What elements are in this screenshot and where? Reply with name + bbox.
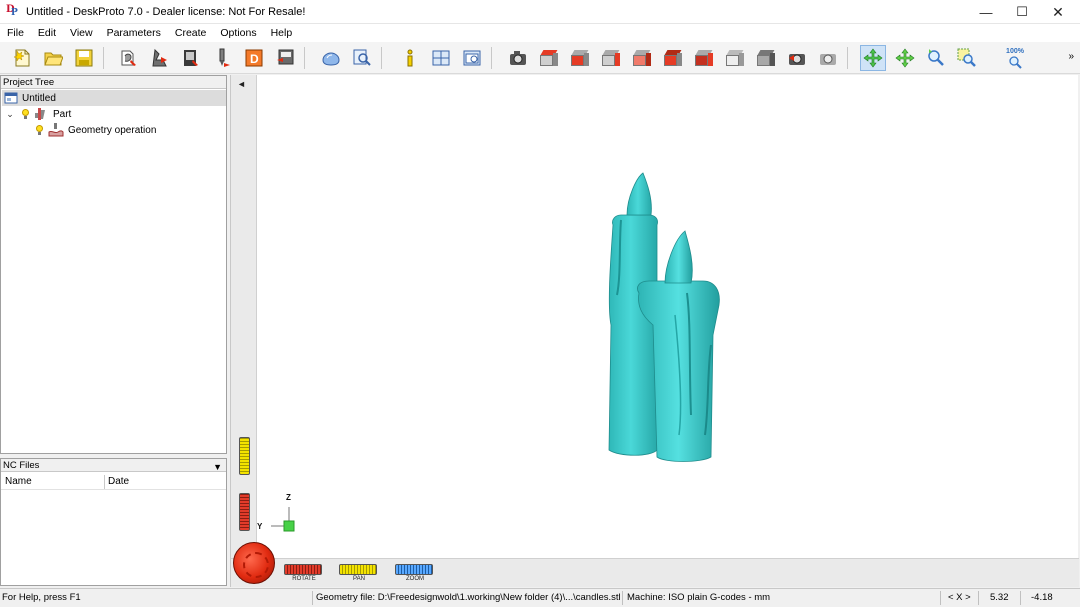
- nc-files-header: NC Files ▼: [1, 459, 226, 472]
- rotate-icon[interactable]: [860, 45, 886, 71]
- layout-icon[interactable]: [428, 45, 454, 71]
- tree-item-label: Untitled: [22, 92, 56, 104]
- view-left-icon[interactable]: [629, 45, 655, 71]
- tree-item-label: Part: [53, 108, 72, 120]
- menu-bar: File Edit View Parameters Create Options…: [0, 24, 1080, 42]
- machine-params-icon[interactable]: [178, 45, 204, 71]
- toolbar-overflow-button[interactable]: »: [1068, 51, 1074, 62]
- zoom-100-label: 100%: [1006, 47, 1024, 55]
- tree-item-part[interactable]: ⌄ Part: [5, 106, 71, 122]
- pan-vertical-dial[interactable]: [239, 437, 250, 475]
- status-x-coordinate: 5.32: [990, 592, 1009, 603]
- menu-create[interactable]: Create: [168, 27, 214, 39]
- drawing-icon[interactable]: D: [241, 45, 267, 71]
- rotate-horizontal-dial[interactable]: [284, 564, 322, 575]
- zoom-horizontal-dial[interactable]: [395, 564, 433, 575]
- minimize-button[interactable]: —: [968, 0, 1004, 24]
- nc-files-title: NC Files: [3, 460, 40, 471]
- project-tree-panel: Project Tree Untitled ⌄ Part Geometry op…: [0, 75, 227, 454]
- dropdown-arrow-icon[interactable]: ▼: [213, 461, 222, 474]
- column-header-name[interactable]: Name: [5, 476, 32, 487]
- open-file-icon[interactable]: [40, 45, 66, 71]
- view-iso-icon[interactable]: [722, 45, 748, 71]
- cutter-icon[interactable]: [210, 45, 236, 71]
- status-help-text: For Help, press F1: [2, 592, 81, 603]
- preview-icon[interactable]: [349, 45, 375, 71]
- save-icon[interactable]: [71, 45, 97, 71]
- project-tree-header: Project Tree: [1, 76, 226, 89]
- redraw-icon[interactable]: [784, 45, 810, 71]
- pan-horizontal-dial[interactable]: [339, 564, 377, 575]
- axis-y-label: Y: [257, 522, 263, 531]
- part-params-icon[interactable]: [116, 45, 142, 71]
- chevron-down-icon[interactable]: ⌄: [5, 109, 15, 120]
- candles-model[interactable]: [591, 165, 751, 465]
- zoom-icon[interactable]: [923, 45, 949, 71]
- close-button[interactable]: ✕: [1040, 0, 1076, 24]
- export-nc-icon[interactable]: [272, 45, 298, 71]
- tree-item-geometry-operation[interactable]: Geometry operation: [35, 122, 156, 138]
- tree-item-untitled[interactable]: Untitled: [2, 90, 226, 106]
- status-axis-toggle[interactable]: < X >: [948, 592, 971, 603]
- menu-view[interactable]: View: [63, 27, 100, 39]
- view-top-icon[interactable]: [536, 45, 562, 71]
- svg-text:D: D: [250, 52, 259, 66]
- status-geometry-file: Geometry file: D:\Freedesignwold\1.worki…: [316, 592, 621, 603]
- nc-files-panel: NC Files ▼ Name Date: [0, 458, 227, 586]
- menu-file[interactable]: File: [0, 27, 31, 39]
- view-bottom-icon[interactable]: [691, 45, 717, 71]
- menu-parameters[interactable]: Parameters: [100, 27, 168, 39]
- status-bar: For Help, press F1 Geometry file: D:\Fre…: [0, 588, 1080, 607]
- operation-params-icon[interactable]: [147, 45, 173, 71]
- menu-edit[interactable]: Edit: [31, 27, 63, 39]
- rotate-wheel-dial[interactable]: [233, 542, 275, 584]
- view-right-icon[interactable]: [598, 45, 624, 71]
- menu-help[interactable]: Help: [264, 27, 300, 39]
- nc-files-columns: Name Date: [1, 474, 226, 490]
- column-header-date[interactable]: Date: [108, 476, 129, 487]
- zoom-window-icon[interactable]: [954, 45, 980, 71]
- 3d-viewport[interactable]: ◄ Z Y: [230, 75, 1079, 587]
- status-machine: Machine: ISO plain G-codes - mm: [627, 592, 771, 603]
- window-title: Untitled - DeskProto 7.0 - Dealer licens…: [26, 5, 306, 18]
- zoom-dial-label: ZOOM: [406, 576, 424, 582]
- info-icon[interactable]: [397, 45, 423, 71]
- title-bar: DP Untitled - DeskProto 7.0 - Dealer lic…: [0, 0, 1080, 24]
- simulate-icon[interactable]: [318, 45, 344, 71]
- rotate-vertical-dial[interactable]: [239, 493, 250, 531]
- pan-dial-label: PAN: [353, 576, 365, 582]
- status-y-coordinate: -4.18: [1031, 592, 1053, 603]
- screenshot-icon[interactable]: [505, 45, 531, 71]
- project-icon: [4, 92, 18, 104]
- toolbar: D 100% »: [0, 42, 1080, 74]
- lightbulb-icon[interactable]: [21, 108, 30, 120]
- part-icon: [35, 108, 45, 120]
- rotate-dial-label: ROTATE: [292, 576, 316, 582]
- tree-item-label: Geometry operation: [68, 124, 157, 136]
- view-back-icon[interactable]: [660, 45, 686, 71]
- axis-z-label: Z: [286, 493, 291, 502]
- lightbulb-icon[interactable]: [35, 124, 44, 136]
- zoom-100-icon[interactable]: 100%: [1000, 45, 1030, 71]
- new-file-icon[interactable]: [9, 45, 35, 71]
- deskproto-logo-icon: DP: [6, 3, 18, 18]
- collapse-panel-arrow-icon[interactable]: ◄: [237, 79, 246, 89]
- operation-icon: [48, 123, 64, 137]
- view-window-icon[interactable]: [459, 45, 485, 71]
- view-shaded-icon[interactable]: [753, 45, 779, 71]
- render-icon[interactable]: [815, 45, 841, 71]
- menu-options[interactable]: Options: [213, 27, 263, 39]
- maximize-button[interactable]: ☐: [1004, 0, 1040, 24]
- axis-indicator: [271, 507, 295, 532]
- view-front-icon[interactable]: [567, 45, 593, 71]
- pan-icon[interactable]: [892, 45, 918, 71]
